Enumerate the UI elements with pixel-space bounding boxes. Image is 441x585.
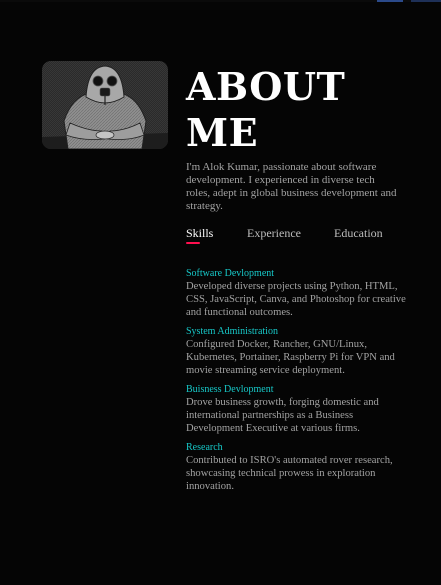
tab-skills[interactable]: Skills: [186, 226, 213, 241]
top-bar: [0, 0, 441, 2]
list-item: Research Contributed to ISRO's automated…: [186, 442, 406, 493]
intro-paragraph: I'm Alok Kumar, passionate about softwar…: [186, 161, 397, 212]
list-item: Software Devlopment Developed diverse pr…: [186, 268, 406, 319]
skill-title: Software Devlopment: [186, 268, 275, 279]
skill-title: System Administration: [186, 326, 278, 337]
list-item: Buisness Devlopment Drove business growt…: [186, 384, 406, 435]
skill-description: Contributed to ISRO's automated rover re…: [186, 455, 393, 492]
tab-experience[interactable]: Experience: [247, 226, 301, 241]
skill-description: Developed diverse projects using Python,…: [186, 281, 406, 318]
profile-image: [42, 61, 168, 149]
skill-description: Drove business growth, forging domestic …: [186, 397, 379, 434]
top-bar-mark: [377, 0, 403, 2]
tab-education[interactable]: Education: [334, 226, 383, 241]
tab-bar: Skills Experience Education: [186, 226, 416, 248]
skills-list: Software Devlopment Developed diverse pr…: [186, 268, 406, 500]
skill-title: Research: [186, 442, 223, 453]
page-title: ABOUT ME: [186, 64, 346, 155]
skill-title: Buisness Devlopment: [186, 384, 274, 395]
gas-mask-figure-illustration: [42, 61, 168, 149]
skill-description: Configured Docker, Rancher, GNU/Linux, K…: [186, 339, 395, 376]
list-item: System Administration Configured Docker,…: [186, 326, 406, 377]
active-tab-indicator: [186, 242, 200, 244]
top-bar-mark-secondary: [411, 0, 441, 2]
